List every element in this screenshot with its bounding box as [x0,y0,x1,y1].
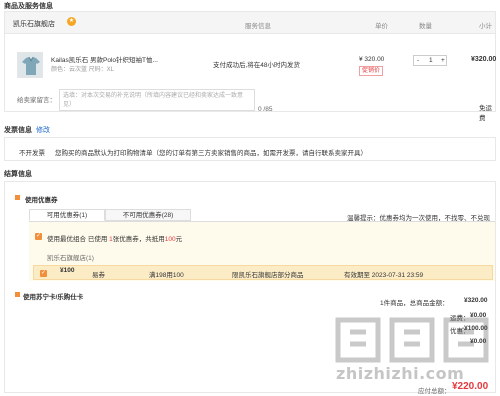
service-info: 支付成功后,将在48小时内发货 [213,62,301,69]
use-best-amount: 100 [164,236,176,243]
shipping-fee: 免运费 [479,105,492,122]
summary-total-label: 应付总额： [418,388,451,395]
message-label: 给卖家留言： [17,97,56,104]
seller-message-input[interactable]: 选填：对本次交易的补充说明（所填内容建议已经和卖家达成一致意见） [59,89,255,111]
order-table-header: 凯乐石旗舰店 ★ 服务信息 单价 数量 小计 [5,12,495,34]
shop-coupon-label: 凯乐石旗舰店(1) [47,255,94,262]
coupon-section-title: 使用优惠券 [25,197,58,204]
shop-badge-icon: ★ [67,17,76,26]
summary-count-label: 1件商品，总商品金额： [380,300,449,307]
goods-section-title: 商品及服务信息 [4,3,53,10]
qty-minus-button[interactable]: - [417,57,419,64]
product-thumbnail[interactable] [17,52,43,78]
coupon-panel: ✓ 使用最优组合 已使用 1张优惠券，共抵用100元 凯乐石旗舰店(1) ✓ ¥… [29,221,495,281]
coupon-section-toggle-icon[interactable] [15,195,20,200]
use-best-mid2: 张优惠券，共抵用 [112,236,165,243]
watermark-text: zhizhizhi.com [336,364,465,383]
tab-unavailable-coupons[interactable]: 不可用优惠券(28) [105,209,191,221]
suning-card-label[interactable]: 使用苏宁卡/乐购仕卡 [23,291,83,301]
header-qty: 数量 [419,23,432,30]
qty-plus-button[interactable]: + [441,57,445,64]
invoice-edit-link[interactable]: 修改 [36,125,50,135]
coupon-validity: 有效期至 2023-07-31 23:59 [344,272,424,279]
coupon-scope: 限凯乐石旗舰店部分商品 [232,272,304,279]
tab-available-coupons[interactable]: 可用优惠券(1) [29,209,105,221]
promo-price-tag: 促销价 [359,66,384,76]
header-subtotal: 小计 [479,23,492,30]
settle-section-title: 结算信息 [4,171,32,178]
line-subtotal: ¥320.00 [471,56,497,63]
suning-card-toggle-icon[interactable] [15,292,20,297]
quantity-stepper: - 1 + [413,55,447,66]
header-service: 服务信息 [245,23,271,30]
coupon-checkbox[interactable]: ✓ [40,270,47,277]
unit-price: ¥ 320.00 [359,56,385,63]
order-table: 凯乐石旗舰店 ★ 服务信息 单价 数量 小计 Kailas凯乐石 男款Polo针… [4,11,497,122]
invoice-type: 不开发票 [19,150,45,157]
use-best-prefix: 使用最优组合 [47,236,86,243]
coupon-type: 易券 [92,272,105,279]
product-spec: 颜色：云次蓝 尺码：XL [51,67,115,73]
product-name-link[interactable]: Kailas凯乐石 男款Polo针织短袖T恤... [51,54,179,64]
header-price: 单价 [375,23,388,30]
use-best-mid: 已使用 [87,236,108,243]
coupon-condition: 满198用100 [149,272,184,279]
watermark-logo-icon [335,317,489,363]
invoice-notice: 您购买的商品默认为打印购物清单（您的订单有第三方卖家销售的商品，如需开发票，请自… [55,150,367,157]
qty-value[interactable]: 1 [429,57,433,64]
use-best-suffix: 元 [175,236,183,243]
polo-shirt-icon [22,56,40,75]
coupon-row[interactable]: ✓ ¥100 易券 满198用100 限凯乐石旗舰店部分商品 有效期至 2023… [33,265,493,280]
invoice-section-title: 发票信息 [4,127,32,134]
shop-name-link[interactable]: 凯乐石旗舰店 [13,19,55,29]
use-best-checkbox[interactable]: ✓ [35,233,42,240]
invoice-box: 不开发票 您购买的商品默认为打印购物清单（您的订单有第三方卖家销售的商品，如需开… [4,137,496,161]
coupon-value: ¥100 [60,267,75,274]
use-best-text: 使用最优组合 已使用 1张优惠券，共抵用100元 [47,233,182,243]
message-char-count: 0 /85 [258,106,273,113]
summary-total: ¥220.00 [452,381,489,392]
summary-goods-total: ¥320.00 [464,297,488,304]
